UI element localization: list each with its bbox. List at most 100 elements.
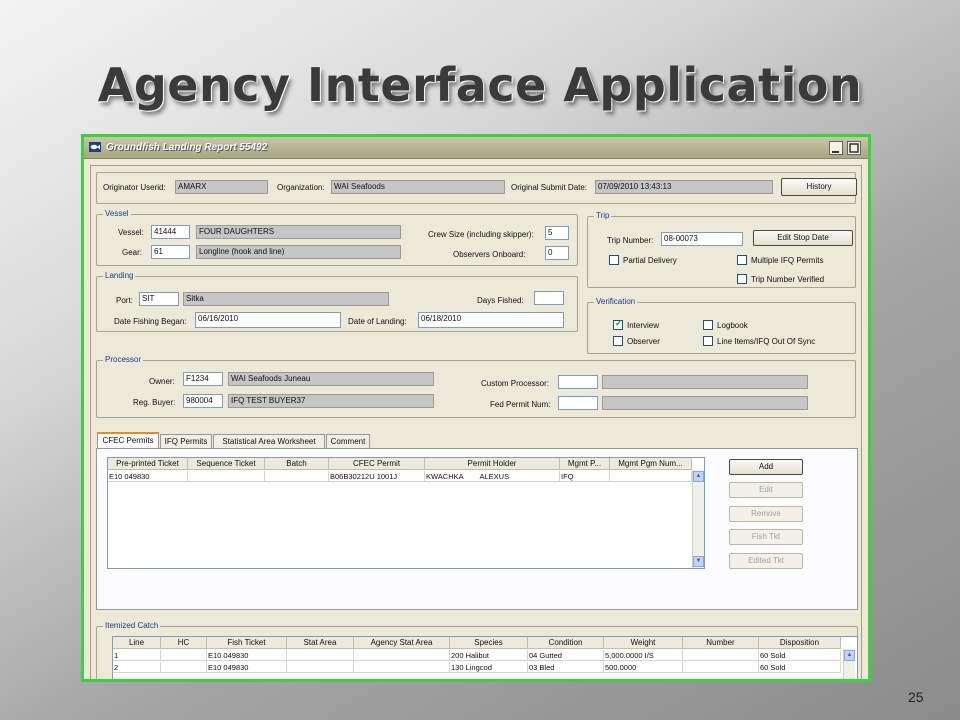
organization-field[interactable]: WAI Seafoods	[331, 180, 505, 194]
tab-comment[interactable]: Comment	[326, 434, 370, 448]
minimize-icon	[832, 151, 839, 153]
catch-col-header[interactable]: Weight	[604, 637, 683, 649]
gear-name-field[interactable]: Longline (hook and line)	[196, 245, 401, 259]
owner-name-field[interactable]: WAI Seafoods Juneau	[228, 372, 434, 386]
custom-processor-label: Custom Processor:	[481, 379, 550, 388]
scroll-up-icon[interactable]: ▲	[693, 471, 704, 482]
table-row[interactable]: 2 E10 049830 130 Lingcod 03 Bled 500.000…	[113, 662, 841, 674]
catch-cell: 2	[113, 662, 161, 673]
reg-buyer-name-field[interactable]: IFQ TEST BUYER37	[228, 394, 434, 408]
days-fished-field[interactable]	[534, 291, 564, 305]
itemized-catch-table: Line HC Fish Ticket Stat Area Agency Sta…	[112, 636, 858, 679]
permits-col-header[interactable]: Permit Holder	[425, 458, 560, 470]
catch-cell: 200 Halibut	[450, 650, 528, 661]
custom-processor-name-field[interactable]	[602, 375, 808, 389]
permits-cell	[265, 471, 329, 482]
catch-cell	[354, 662, 450, 673]
maximize-button[interactable]	[847, 141, 861, 155]
scroll-down-icon[interactable]: ▼	[693, 556, 704, 567]
permits-col-header[interactable]: CFEC Permit	[329, 458, 425, 470]
catch-col-header[interactable]: Agency Stat Area	[354, 637, 450, 649]
tab-stat-area-worksheet[interactable]: Statistical Area Worksheet	[213, 434, 325, 448]
app-window: Groundfish Landing Report 55492 Originat…	[81, 134, 871, 682]
edited-tkt-button[interactable]: Edited Tkt	[729, 553, 803, 569]
table-row[interactable]: 1 E10 049830 200 Halibut 04 Gutted 5,000…	[113, 650, 841, 662]
date-began-field[interactable]: 06/16/2010	[195, 312, 341, 328]
window-titlebar: Groundfish Landing Report 55492	[84, 137, 868, 159]
fish-tkt-button[interactable]: Fish Tkt	[729, 529, 803, 545]
edit-button[interactable]: Edit	[729, 482, 803, 498]
minimize-button[interactable]	[829, 141, 843, 155]
multiple-ifq-checkbox[interactable]	[737, 255, 747, 265]
tab-cfec-permits[interactable]: CFEC Permits	[97, 432, 159, 448]
catch-cell	[683, 650, 759, 661]
permits-col-header[interactable]: Pre-printed Ticket	[108, 458, 188, 470]
observers-field[interactable]: 0	[545, 246, 569, 260]
port-label: Port:	[116, 296, 133, 305]
permits-table: Pre-printed Ticket Sequence Ticket Batch…	[107, 457, 705, 569]
permits-scrollbar[interactable]: ▲ ▼	[692, 470, 704, 568]
reg-buyer-code-field[interactable]: 980004	[183, 394, 223, 408]
crew-size-field[interactable]: 5	[545, 226, 569, 240]
date-began-label: Date Fishing Began:	[114, 317, 187, 326]
tab-strip: CFEC Permits IFQ Permits Statistical Are…	[97, 432, 397, 448]
partial-delivery-checkbox[interactable]	[609, 255, 619, 265]
permits-col-header[interactable]: Mgmt P...	[560, 458, 610, 470]
permits-col-header[interactable]: Batch	[265, 458, 329, 470]
port-code-field[interactable]: SIT	[139, 292, 179, 306]
tab-ifq-permits[interactable]: IFQ Permits	[160, 434, 212, 448]
fed-permit-label: Fed Permit Num:	[490, 400, 551, 409]
submit-date-field[interactable]: 07/09/2010 13:43:13	[595, 180, 773, 194]
trip-number-field[interactable]: 08-00073	[661, 232, 743, 246]
catch-col-header[interactable]: Condition	[528, 637, 604, 649]
date-landing-field[interactable]: 06/18/2010	[418, 312, 564, 328]
custom-processor-code-field[interactable]	[558, 375, 598, 389]
catch-col-header[interactable]: HC	[161, 637, 207, 649]
maximize-icon	[849, 143, 859, 153]
catch-cell	[354, 650, 450, 661]
interview-checkbox[interactable]	[613, 318, 623, 330]
vessel-id-field[interactable]: 41444	[151, 225, 190, 239]
table-row[interactable]: E10 049830 B06B30212U 1001J KWACHKA ALEX…	[108, 471, 692, 483]
organization-label: Organization:	[277, 183, 325, 192]
scroll-up-icon[interactable]: ▲	[844, 650, 855, 661]
catch-col-header[interactable]: Species	[450, 637, 528, 649]
port-name-field[interactable]: Sitka	[183, 292, 389, 306]
catch-col-header[interactable]: Disposition	[759, 637, 841, 649]
fish-icon	[89, 142, 101, 152]
report-form: Originator Userid: AMARX Organization: W…	[90, 165, 862, 679]
logbook-checkbox[interactable]	[703, 320, 713, 330]
catch-col-header[interactable]: Fish Ticket	[207, 637, 287, 649]
catch-col-header[interactable]: Number	[683, 637, 759, 649]
fed-permit-code-field[interactable]	[558, 396, 598, 410]
catch-cell: 500.0000	[604, 662, 683, 673]
window-title: Groundfish Landing Report 55492	[106, 142, 268, 153]
history-button[interactable]: History	[781, 178, 857, 196]
trip-verified-checkbox[interactable]	[737, 274, 747, 284]
originator-field[interactable]: AMARX	[175, 180, 268, 194]
cfec-permits-panel: Pre-printed Ticket Sequence Ticket Batch…	[96, 448, 858, 610]
permits-col-header[interactable]: Mgmt Pgm Num...	[610, 458, 692, 470]
catch-cell	[287, 662, 354, 673]
permits-cell: KWACHKA ALEXUS	[425, 471, 560, 482]
vessel-name-field[interactable]: FOUR DAUGHTERS	[196, 225, 401, 239]
fed-permit-name-field[interactable]	[602, 396, 808, 410]
crew-size-label: Crew Size (including skipper):	[428, 230, 534, 239]
catch-scrollbar[interactable]: ▲	[843, 649, 855, 679]
add-button[interactable]: Add	[729, 459, 803, 475]
observer-checkbox[interactable]	[613, 336, 623, 346]
catch-col-header[interactable]: Line	[113, 637, 161, 649]
remove-button[interactable]: Remove	[729, 506, 803, 522]
vessel-group-title: Vessel	[103, 209, 131, 218]
edit-stop-date-button[interactable]: Edit Stop Date	[753, 230, 853, 246]
catch-cell: 03 Bled	[528, 662, 604, 673]
trip-number-label: Trip Number:	[607, 236, 654, 245]
catch-cell	[161, 650, 207, 661]
submit-date-label: Original Submit Date:	[511, 183, 588, 192]
gear-code-field[interactable]: 61	[151, 245, 190, 259]
catch-col-header[interactable]: Stat Area	[287, 637, 354, 649]
permits-cell	[610, 471, 692, 482]
permits-col-header[interactable]: Sequence Ticket	[188, 458, 265, 470]
line-items-checkbox[interactable]	[703, 336, 713, 346]
owner-code-field[interactable]: F1234	[183, 372, 223, 386]
